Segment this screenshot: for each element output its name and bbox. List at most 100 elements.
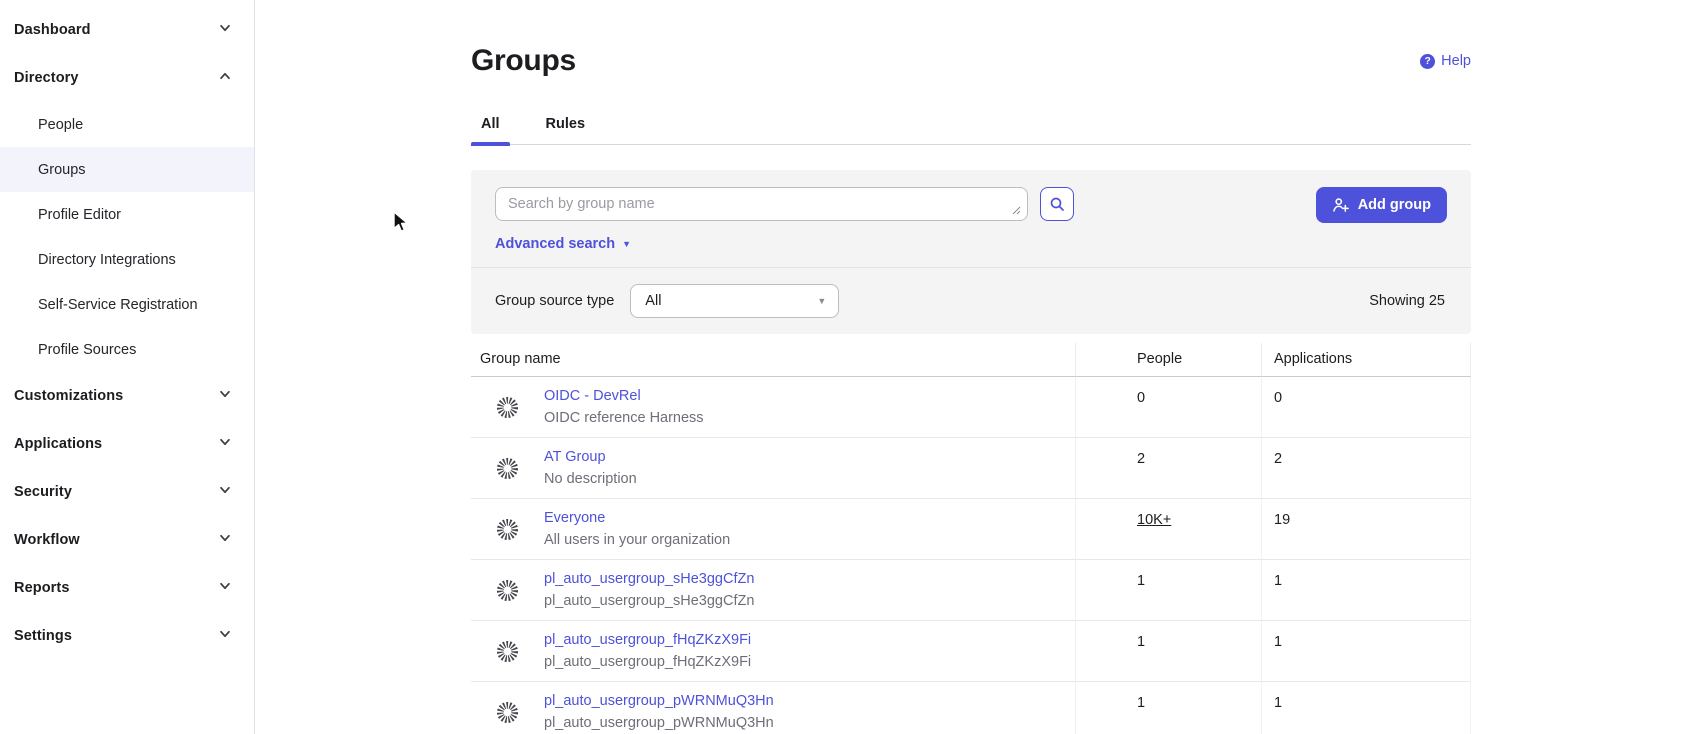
table-row: pl_auto_usergroup_pWRNMuQ3Hn pl_auto_use… <box>471 682 1075 734</box>
sidebar-item-dashboard[interactable]: Dashboard <box>0 6 254 54</box>
sidebar-item-profile-editor[interactable]: Profile Editor <box>0 192 254 237</box>
chevron-up-icon <box>218 69 232 83</box>
sidebar-item-label: Profile Editor <box>38 207 121 223</box>
sidebar-item-label: People <box>38 117 83 133</box>
group-sunburst-icon <box>496 457 519 480</box>
groups-table: Group name People Applications OIDC - De… <box>471 343 1471 734</box>
group-description: No description <box>544 471 637 487</box>
tab-all[interactable]: All <box>471 108 510 144</box>
select-value: All <box>645 293 661 309</box>
page-title: Groups <box>471 44 576 78</box>
people-count-link[interactable]: 10K+ <box>1137 512 1171 528</box>
applications-count: 0 <box>1261 377 1471 438</box>
group-source-type-select[interactable]: All ▼ <box>630 284 839 318</box>
group-description: pl_auto_usergroup_fHqZKzX9Fi <box>544 654 751 670</box>
group-name-link[interactable]: OIDC - DevRel <box>544 388 704 404</box>
caret-down-icon: ▼ <box>817 296 826 306</box>
chevron-down-icon <box>218 531 232 545</box>
column-header-people: People <box>1075 343 1261 377</box>
group-name-link[interactable]: Everyone <box>544 510 730 526</box>
search-input[interactable] <box>495 187 1028 221</box>
table-row: pl_auto_usergroup_sHe3ggCfZn pl_auto_use… <box>471 560 1075 621</box>
group-description: All users in your organization <box>544 532 730 548</box>
column-header-group-name: Group name <box>471 343 1075 377</box>
question-icon: ? <box>1420 54 1435 69</box>
showing-count: Showing 25 <box>1369 293 1445 309</box>
group-name-link[interactable]: pl_auto_usergroup_sHe3ggCfZn <box>544 571 754 587</box>
people-count: 1 <box>1075 621 1261 682</box>
sidebar-item-reports[interactable]: Reports <box>0 564 254 612</box>
group-description: pl_auto_usergroup_pWRNMuQ3Hn <box>544 715 774 731</box>
tab-rules[interactable]: Rules <box>536 108 596 144</box>
search-icon <box>1049 196 1065 212</box>
search-panel: Add group Advanced search ▼ Group source… <box>471 170 1471 334</box>
people-count: 10K+ <box>1075 499 1261 560</box>
sidebar-item-self-service-registration[interactable]: Self-Service Registration <box>0 282 254 327</box>
group-description: pl_auto_usergroup_sHe3ggCfZn <box>544 593 754 609</box>
table-row: Everyone All users in your organization <box>471 499 1075 560</box>
caret-down-icon: ▼ <box>622 239 631 249</box>
chevron-down-icon <box>218 483 232 497</box>
sidebar-item-customizations[interactable]: Customizations <box>0 372 254 420</box>
sidebar-item-label: Directory <box>14 70 79 86</box>
sidebar-item-settings[interactable]: Settings <box>0 612 254 660</box>
chevron-down-icon <box>218 21 232 35</box>
sidebar-item-security[interactable]: Security <box>0 468 254 516</box>
group-description: OIDC reference Harness <box>544 410 704 426</box>
sidebar-item-label: Self-Service Registration <box>38 297 198 313</box>
group-sunburst-icon <box>496 579 519 602</box>
sidebar-item-label: Profile Sources <box>38 342 136 358</box>
table-row: AT Group No description <box>471 438 1075 499</box>
sidebar-item-label: Security <box>14 484 72 500</box>
main-area: Groups ? Help All Rules <box>255 0 1687 734</box>
group-name-link[interactable]: AT Group <box>544 449 637 465</box>
sidebar-item-label: Directory Integrations <box>38 252 176 268</box>
sidebar-item-people[interactable]: People <box>0 102 254 147</box>
people-count: 0 <box>1075 377 1261 438</box>
applications-count: 1 <box>1261 621 1471 682</box>
applications-count: 1 <box>1261 560 1471 621</box>
resize-handle-icon[interactable] <box>1012 206 1021 215</box>
applications-count: 1 <box>1261 682 1471 734</box>
group-sunburst-icon <box>496 701 519 724</box>
chevron-down-icon <box>218 579 232 593</box>
people-count: 1 <box>1075 560 1261 621</box>
add-group-label: Add group <box>1358 197 1431 213</box>
group-name-link[interactable]: pl_auto_usergroup_pWRNMuQ3Hn <box>544 693 774 709</box>
advanced-search-label: Advanced search <box>495 236 615 252</box>
chevron-down-icon <box>218 627 232 641</box>
group-source-type-label: Group source type <box>495 293 614 309</box>
column-header-applications: Applications <box>1261 343 1471 377</box>
help-link[interactable]: ? Help <box>1420 53 1471 69</box>
add-user-icon <box>1332 196 1350 214</box>
people-count: 2 <box>1075 438 1261 499</box>
sidebar-item-label: Applications <box>14 436 102 452</box>
advanced-search-link[interactable]: Advanced search ▼ <box>495 236 631 252</box>
sidebar-item-label: Customizations <box>14 388 123 404</box>
group-sunburst-icon <box>496 396 519 419</box>
people-count: 1 <box>1075 682 1261 734</box>
applications-count: 2 <box>1261 438 1471 499</box>
chevron-down-icon <box>218 387 232 401</box>
tab-bar: All Rules <box>471 108 1471 145</box>
search-button[interactable] <box>1040 187 1074 221</box>
applications-count: 19 <box>1261 499 1471 560</box>
sidebar-item-label: Reports <box>14 580 70 596</box>
sidebar-item-applications[interactable]: Applications <box>0 420 254 468</box>
sidebar-item-label: Workflow <box>14 532 80 548</box>
sidebar-item-label: Groups <box>38 162 86 178</box>
sidebar-item-label: Dashboard <box>14 22 91 38</box>
sidebar-item-directory-integrations[interactable]: Directory Integrations <box>0 237 254 282</box>
table-row: pl_auto_usergroup_fHqZKzX9Fi pl_auto_use… <box>471 621 1075 682</box>
table-row: OIDC - DevRel OIDC reference Harness <box>471 377 1075 438</box>
help-label: Help <box>1441 53 1471 69</box>
add-group-button[interactable]: Add group <box>1316 187 1447 223</box>
sidebar: Dashboard Directory People Groups Profil… <box>0 0 255 734</box>
sidebar-item-groups[interactable]: Groups <box>0 147 254 192</box>
group-sunburst-icon <box>496 518 519 541</box>
sidebar-item-workflow[interactable]: Workflow <box>0 516 254 564</box>
sidebar-item-profile-sources[interactable]: Profile Sources <box>0 327 254 372</box>
group-name-link[interactable]: pl_auto_usergroup_fHqZKzX9Fi <box>544 632 751 648</box>
sidebar-item-directory[interactable]: Directory <box>0 54 254 102</box>
app-window: Dashboard Directory People Groups Profil… <box>0 0 1687 734</box>
